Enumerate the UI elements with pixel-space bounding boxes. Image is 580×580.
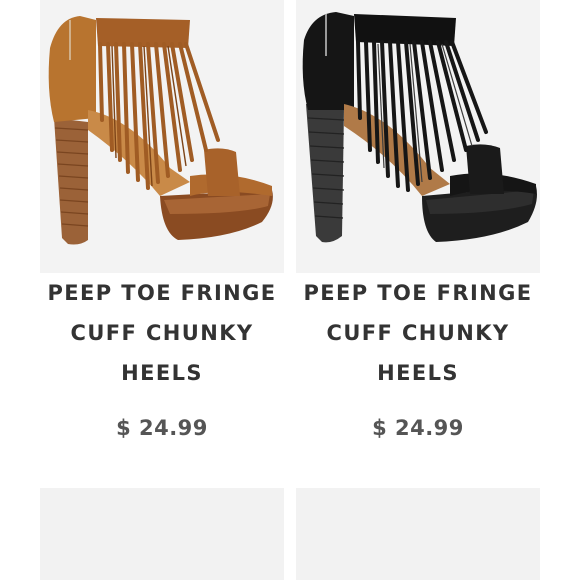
product-card-4[interactable] xyxy=(296,488,540,580)
product-title-line: PEEP TOE FRINGE xyxy=(47,281,277,305)
product-title-line: HEELS xyxy=(377,361,459,385)
tan-fringe-heel-image xyxy=(48,16,273,245)
product-title[interactable]: PEEP TOE FRINGE CUFF CHUNKY HEELS xyxy=(40,273,284,393)
product-title-line: CUFF CHUNKY xyxy=(70,321,254,345)
product-image[interactable] xyxy=(296,0,540,273)
product-card[interactable]: PEEP TOE FRINGE CUFF CHUNKY HEELS $ 24.9… xyxy=(296,0,540,440)
product-card[interactable]: PEEP TOE FRINGE CUFF CHUNKY HEELS $ 24.9… xyxy=(40,0,284,440)
black-fringe-heel-image xyxy=(302,12,537,243)
product-price: $ 24.99 xyxy=(116,416,208,440)
product-title-line: PEEP TOE FRINGE xyxy=(303,281,533,305)
product-grid: PEEP TOE FRINGE CUFF CHUNKY HEELS $ 24.9… xyxy=(0,0,580,580)
product-title-line: HEELS xyxy=(121,361,203,385)
product-image-placeholder[interactable] xyxy=(40,488,284,580)
product-image-placeholder[interactable] xyxy=(296,488,540,580)
product-card-3[interactable] xyxy=(40,488,284,580)
product-title[interactable]: PEEP TOE FRINGE CUFF CHUNKY HEELS xyxy=(296,273,540,393)
product-image[interactable] xyxy=(40,0,284,273)
product-title-line: CUFF CHUNKY xyxy=(326,321,510,345)
product-price: $ 24.99 xyxy=(372,416,464,440)
